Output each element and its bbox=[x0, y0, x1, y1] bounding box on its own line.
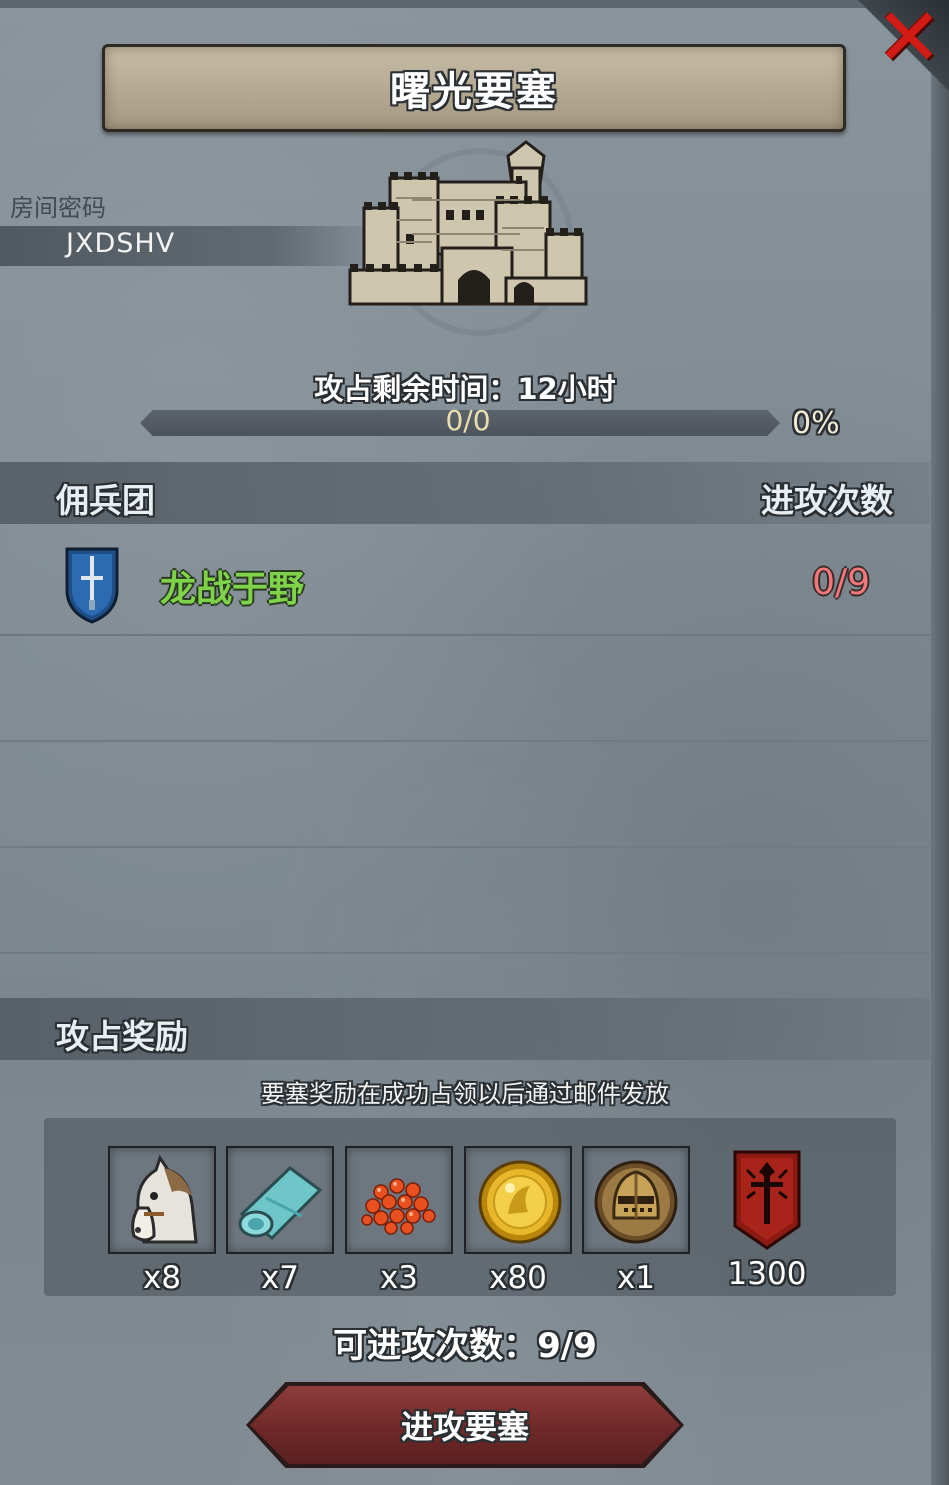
cloth-roll-icon bbox=[238, 1166, 323, 1241]
room-code-strip bbox=[0, 226, 390, 266]
siege-remaining-time: 攻占剩余时间：12小时 bbox=[314, 372, 616, 406]
rewards-note: 要塞奖励在成功占领以后通过邮件发放 bbox=[261, 1080, 669, 1108]
reward-item[interactable]: x3 bbox=[345, 1146, 453, 1296]
rewards-header: 攻占奖励 bbox=[56, 1017, 188, 1056]
room-password-label: 房间密码 bbox=[10, 194, 106, 222]
reward-item[interactable]: x80 bbox=[464, 1146, 572, 1296]
frame-right bbox=[931, 0, 949, 1485]
reward-quantity: x7 bbox=[260, 1260, 300, 1296]
attack-fortress-label: 进攻要塞 bbox=[400, 1408, 529, 1446]
reward-item[interactable]: x1 bbox=[582, 1146, 690, 1296]
empty-mercenary-row bbox=[0, 848, 930, 954]
attacks-count-header: 进攻次数 bbox=[761, 481, 893, 520]
reward-quantity: 1300 bbox=[727, 1256, 807, 1292]
close-icon[interactable]: ✕ bbox=[875, 0, 943, 78]
reward-item[interactable]: 1300 bbox=[712, 1146, 822, 1292]
room-password-value: JXDSHV bbox=[66, 228, 176, 259]
gold-coin-icon bbox=[478, 1160, 562, 1244]
empty-mercenary-row bbox=[0, 636, 930, 742]
horse-icon bbox=[131, 1154, 198, 1244]
empty-mercenary-row bbox=[0, 742, 930, 848]
reward-quantity: x3 bbox=[379, 1260, 419, 1296]
mercenary-row[interactable]: 龙战于野 0/9 bbox=[0, 534, 930, 636]
siege-progress-text: 0/0 bbox=[445, 404, 491, 437]
frame-top bbox=[0, 0, 949, 8]
reward-quantity: x80 bbox=[489, 1260, 547, 1296]
mercenary-attack-count: 0/9 bbox=[812, 562, 870, 603]
fortress-icon bbox=[346, 138, 588, 310]
glory-banner-icon bbox=[733, 1150, 801, 1250]
reward-quantity: x8 bbox=[142, 1260, 182, 1296]
knight-helmet-icon bbox=[594, 1160, 678, 1244]
reward-item[interactable]: x7 bbox=[226, 1146, 334, 1296]
mercenary-header: 佣兵团 bbox=[56, 481, 155, 520]
reward-item[interactable]: x8 bbox=[108, 1146, 216, 1296]
attack-fortress-button[interactable]: 进攻要塞 bbox=[250, 1386, 680, 1464]
red-gems-icon bbox=[361, 1178, 436, 1235]
mercenary-name: 龙战于野 bbox=[160, 569, 305, 610]
attacks-left: 可进攻次数：9/9 bbox=[333, 1326, 597, 1366]
sword-shield-icon bbox=[65, 547, 119, 624]
reward-quantity: x1 bbox=[616, 1260, 656, 1296]
title-banner: 曙光要塞 bbox=[102, 44, 846, 132]
page-title: 曙光要塞 bbox=[390, 69, 558, 115]
siege-progress-percent: 0% bbox=[792, 406, 840, 441]
